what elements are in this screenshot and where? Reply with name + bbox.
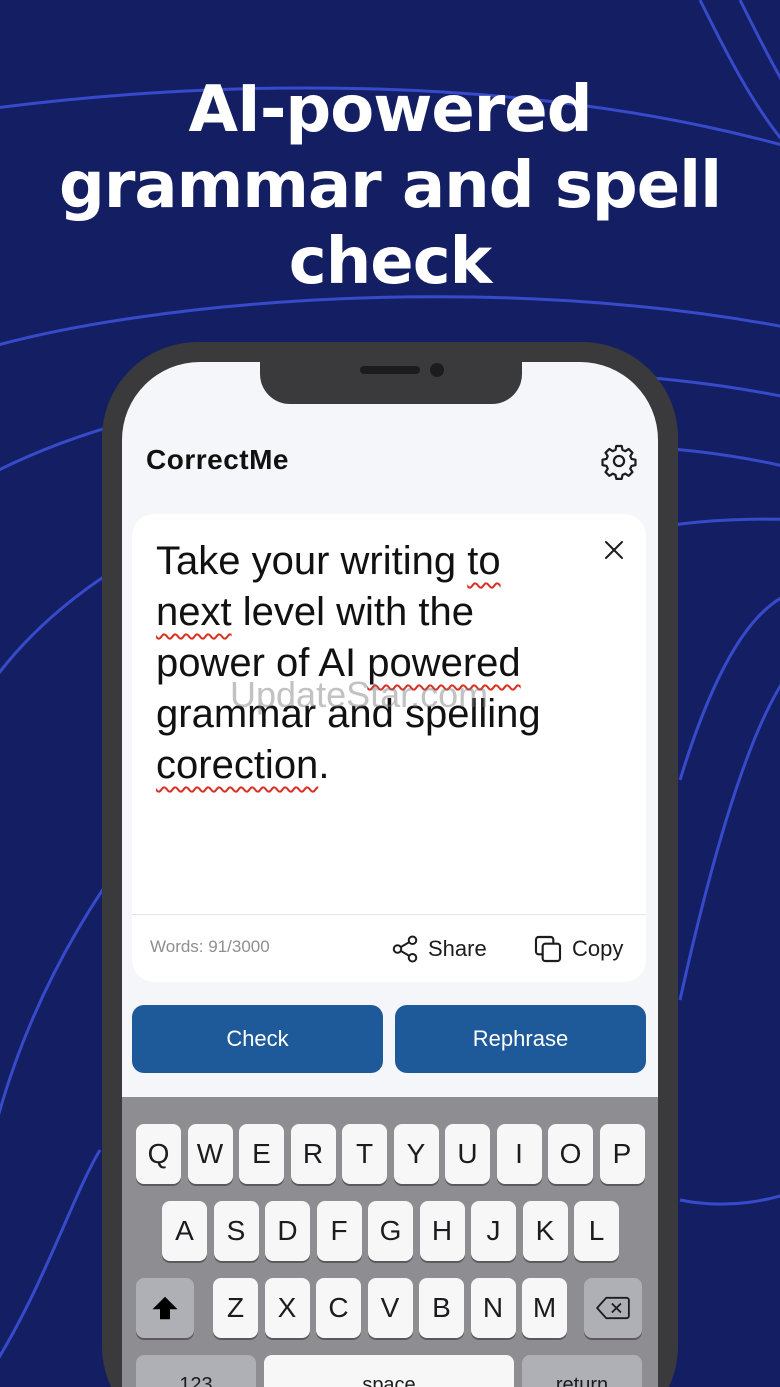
key-y[interactable]: Y <box>393 1124 439 1184</box>
flagged-word[interactable]: next <box>156 590 232 634</box>
text-segment: Take your writing <box>156 539 468 583</box>
key-u[interactable]: U <box>445 1124 490 1184</box>
key-k[interactable]: K <box>522 1201 568 1261</box>
check-button[interactable]: Check <box>132 1005 383 1073</box>
key-d[interactable]: D <box>265 1201 310 1261</box>
key-h[interactable]: H <box>419 1201 465 1261</box>
key-l[interactable]: L <box>574 1201 619 1261</box>
headline-line-2: grammar and spell <box>59 149 722 223</box>
copy-button[interactable]: Copy <box>532 931 623 967</box>
space-key[interactable]: space <box>264 1355 514 1387</box>
key-q[interactable]: Q <box>136 1124 181 1184</box>
key-v[interactable]: V <box>367 1278 413 1338</box>
on-screen-keyboard: 123 space return QWERTYUIOP ASDFGHJKL ZXCV… <box>122 1097 658 1387</box>
key-x[interactable]: X <box>264 1278 310 1338</box>
headline-line-3: check <box>288 225 492 299</box>
shift-arrow-icon <box>152 1296 178 1320</box>
key-p[interactable]: P <box>599 1124 645 1184</box>
copy-label: Copy <box>572 936 624 961</box>
headline-line-1: AI-powered <box>188 73 593 147</box>
backspace-key[interactable] <box>584 1278 642 1338</box>
key-z[interactable]: Z <box>213 1278 258 1338</box>
key-w[interactable]: W <box>187 1124 233 1184</box>
return-key[interactable]: return <box>522 1355 642 1387</box>
app-title: CorrectMe <box>146 444 289 475</box>
share-label: Share <box>428 936 487 961</box>
promo-headline: AI-powered grammar and spell check <box>40 72 740 300</box>
key-i[interactable]: I <box>496 1124 542 1184</box>
word-count: Words: 91/3000 <box>150 937 270 956</box>
key-o[interactable]: O <box>548 1124 593 1184</box>
key-r[interactable]: R <box>290 1124 336 1184</box>
copy-icon <box>534 935 562 963</box>
flagged-word[interactable]: to <box>467 539 500 583</box>
share-button[interactable]: Share <box>390 931 487 967</box>
text-segment: . <box>318 743 330 787</box>
speaker-grille <box>360 366 420 374</box>
rephrase-button[interactable]: Rephrase <box>395 1005 646 1073</box>
key-f[interactable]: F <box>316 1201 362 1261</box>
share-icon <box>392 935 418 963</box>
settings-gear-icon[interactable] <box>600 442 638 480</box>
editor-footer: Words: 91/3000 Share Copy <box>132 914 646 982</box>
front-camera <box>430 363 444 377</box>
key-n[interactable]: N <box>470 1278 516 1338</box>
key-t[interactable]: T <box>342 1124 387 1184</box>
phone-screen: CorrectMe Take your writing to next leve… <box>122 362 658 1387</box>
backspace-icon <box>596 1296 630 1320</box>
clear-text-close-icon[interactable] <box>602 538 626 562</box>
key-s[interactable]: S <box>213 1201 259 1261</box>
numbers-key[interactable]: 123 <box>136 1355 256 1387</box>
key-a[interactable]: A <box>162 1201 207 1261</box>
text-input-area[interactable]: Take your writing to next level with the… <box>156 536 586 791</box>
phone-notch <box>260 362 522 404</box>
key-b[interactable]: B <box>419 1278 464 1338</box>
key-m[interactable]: M <box>522 1278 567 1338</box>
key-c[interactable]: C <box>316 1278 361 1338</box>
text-editor-card: Take your writing to next level with the… <box>132 514 646 982</box>
key-e[interactable]: E <box>239 1124 284 1184</box>
key-j[interactable]: J <box>471 1201 516 1261</box>
key-g[interactable]: G <box>368 1201 413 1261</box>
flagged-word[interactable]: corection <box>156 743 318 787</box>
watermark-text: UpdateStar.com <box>230 674 489 715</box>
shift-key[interactable] <box>136 1278 194 1338</box>
